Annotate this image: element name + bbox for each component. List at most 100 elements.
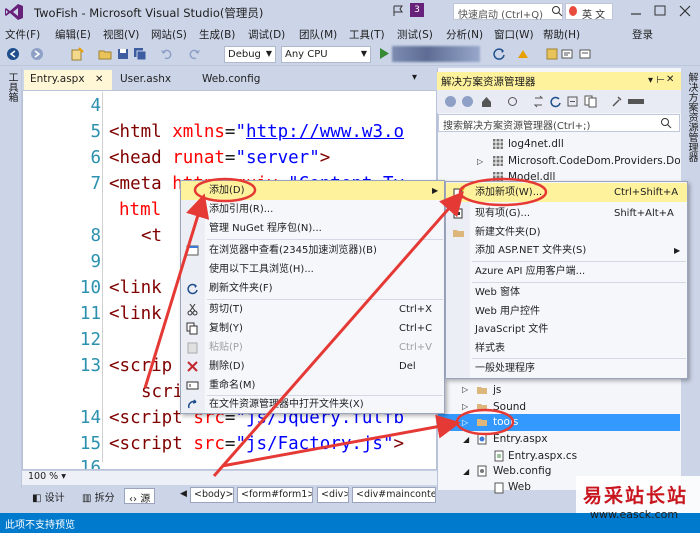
feedback-flag-icon[interactable]	[392, 5, 404, 17]
forward-icon[interactable]	[30, 47, 44, 61]
browser-link-icon[interactable]	[516, 47, 530, 61]
menu-item-refresh-folder[interactable]: 刷新文件夹(F)	[181, 279, 444, 298]
menu-item-azure-api-client[interactable]: Azure API 应用客户端...	[446, 262, 687, 281]
new-project-icon[interactable]	[70, 47, 84, 61]
solution-explorer-side-tab[interactable]: 解决方案资源管理器	[685, 72, 697, 162]
design-view-tab[interactable]: ◧ 设计	[28, 488, 69, 504]
menu-build[interactable]: 生成(B)	[199, 27, 235, 42]
menu-file[interactable]: 文件(F)	[5, 27, 40, 42]
menu-analyze[interactable]: 分析(N)	[446, 27, 483, 42]
tree-item-sound[interactable]: Sound	[493, 399, 526, 415]
comment-icon[interactable]	[560, 47, 574, 61]
menu-item-rename[interactable]: 重命名(M)	[181, 376, 444, 395]
breadcrumb-form[interactable]: <form#form1>	[237, 487, 313, 503]
tree-item-web-config[interactable]: Web.config	[493, 463, 551, 479]
source-view-tab[interactable]: ‹› 源	[124, 488, 156, 505]
menu-item-generic-handler[interactable]: 一般处理程序	[446, 359, 687, 378]
collapse-icon[interactable]: ◢	[463, 467, 469, 476]
sign-in-link[interactable]: 登录	[632, 27, 653, 42]
tree-item-js[interactable]: js	[493, 382, 501, 398]
breadcrumb-body[interactable]: <body>	[190, 487, 234, 503]
menu-item-add-reference[interactable]: 添加引用(R)...	[181, 200, 444, 219]
menu-help[interactable]: 帮助(H)	[543, 27, 580, 42]
redo-icon[interactable]	[187, 47, 201, 61]
search-icon[interactable]	[660, 117, 672, 129]
save-icon[interactable]	[116, 47, 130, 61]
menu-test[interactable]: 测试(S)	[397, 27, 433, 42]
menu-team[interactable]: 团队(M)	[299, 27, 337, 42]
menu-item-browse-with[interactable]: 使用以下工具浏览(H)...	[181, 260, 444, 279]
menu-tools[interactable]: 工具(T)	[349, 27, 385, 42]
menu-item-view-in-browser[interactable]: 在浏览器中查看(2345加速浏览器)(B)	[181, 241, 444, 260]
notification-badge[interactable]: 3	[410, 3, 424, 17]
pending-changes-icon[interactable]	[506, 95, 519, 108]
expand-icon[interactable]: ▷	[462, 418, 468, 427]
tab-overflow-icon[interactable]: ▾	[412, 72, 417, 83]
undo-icon[interactable]	[160, 47, 174, 61]
preview-selected-icon[interactable]	[627, 95, 645, 108]
breadcrumb-div[interactable]: <div>	[317, 487, 349, 503]
collapse-icon[interactable]: ◢	[463, 435, 469, 444]
properties-icon[interactable]	[610, 95, 623, 108]
menu-item-paste[interactable]: 粘贴(P) Ctrl+V	[181, 338, 444, 357]
tree-item-tools[interactable]: tools	[493, 414, 518, 430]
menu-item-stylesheet[interactable]: 样式表	[446, 339, 687, 358]
menu-item-add[interactable]: 添加(D) ▶	[181, 181, 444, 200]
menu-item-add-aspnet-folder[interactable]: 添加 ASP.NET 文件夹(S) ▶	[446, 241, 687, 260]
quick-launch-input[interactable]: 快速启动 (Ctrl+Q)	[453, 3, 563, 21]
tab-user-ashx[interactable]: User.ashx	[114, 70, 192, 90]
menu-view[interactable]: 视图(V)	[103, 27, 139, 42]
menu-item-cut[interactable]: 剪切(T) Ctrl+X	[181, 300, 444, 319]
selected-row[interactable]	[438, 414, 680, 431]
menu-item-new-folder[interactable]: 新建文件夹(D)	[446, 223, 687, 242]
menu-debug[interactable]: 调试(D)	[248, 27, 285, 42]
expand-icon[interactable]: ▷	[462, 385, 468, 394]
start-debugging-icon[interactable]	[378, 47, 390, 60]
back-icon[interactable]	[444, 95, 457, 108]
menu-item-web-form[interactable]: Web 窗体	[446, 283, 687, 302]
tree-item-web[interactable]: Web	[508, 479, 531, 495]
bookmark-icon[interactable]	[545, 47, 559, 61]
run-target-select[interactable]	[392, 46, 480, 62]
close-tab-icon[interactable]: ✕	[95, 74, 103, 85]
solution-search-input[interactable]: 搜索解决方案资源管理器(Ctrl+;)	[438, 114, 680, 132]
refresh-icon[interactable]	[492, 47, 506, 61]
tree-item-entry-aspx-cs[interactable]: Entry.aspx.cs	[508, 448, 577, 464]
home-icon[interactable]	[480, 95, 493, 108]
tree-item-codedom[interactable]: Microsoft.CodeDom.Providers.Do	[508, 153, 680, 169]
uncomment-icon[interactable]	[578, 47, 592, 61]
menu-website[interactable]: 网站(S)	[151, 27, 187, 42]
solution-platform-select[interactable]: Any CPU ▼	[281, 46, 371, 63]
menu-item-javascript-file[interactable]: JavaScript 文件	[446, 320, 687, 339]
collapse-all-icon[interactable]	[566, 95, 579, 108]
tab-web-config[interactable]: Web.config	[196, 70, 276, 90]
back-icon[interactable]	[6, 47, 20, 61]
expand-icon[interactable]: ▷	[477, 157, 483, 166]
tree-item-entry-aspx[interactable]: Entry.aspx	[493, 431, 548, 447]
menu-item-web-user-control[interactable]: Web 用户控件	[446, 302, 687, 321]
tree-item-log4net[interactable]: log4net.dll	[508, 136, 564, 152]
menu-item-delete[interactable]: 删除(D) Del	[181, 357, 444, 376]
pin-icon[interactable]: ▾ ⊢	[648, 75, 665, 86]
close-window-icon[interactable]	[676, 2, 694, 20]
forward-icon[interactable]	[461, 95, 474, 108]
menu-item-copy[interactable]: 复制(Y) Ctrl+C	[181, 319, 444, 338]
refresh-icon[interactable]	[549, 95, 562, 108]
menu-item-add-new-item[interactable]: 添加新项(W)... Ctrl+Shift+A	[446, 183, 687, 202]
open-folder-icon[interactable]	[98, 47, 112, 61]
ime-indicator[interactable]: 英 文	[565, 3, 613, 21]
scroll-left-icon[interactable]: ◀	[180, 489, 187, 499]
menu-item-open-in-explorer[interactable]: 在文件资源管理器中打开文件夹(X)	[181, 395, 444, 414]
expand-icon[interactable]: ▷	[462, 402, 468, 411]
minimize-icon[interactable]	[628, 2, 644, 20]
maximize-icon[interactable]	[652, 2, 668, 20]
show-all-files-icon[interactable]	[584, 95, 597, 108]
split-view-tab[interactable]: ▥ 拆分	[78, 488, 119, 504]
zoom-select[interactable]: 100 % ▾	[28, 471, 66, 482]
menu-item-manage-nuget[interactable]: 管理 NuGet 程序包(N)...	[181, 219, 444, 238]
menu-item-existing-item[interactable]: 现有项(G)... Shift+Alt+A	[446, 204, 687, 223]
toolbox-tab[interactable]: 工具箱	[5, 72, 17, 102]
menu-window[interactable]: 窗口(W)	[494, 27, 534, 42]
save-all-icon[interactable]	[133, 47, 147, 61]
breadcrumb-div-mainconter[interactable]: <div#mainconter	[352, 487, 436, 503]
